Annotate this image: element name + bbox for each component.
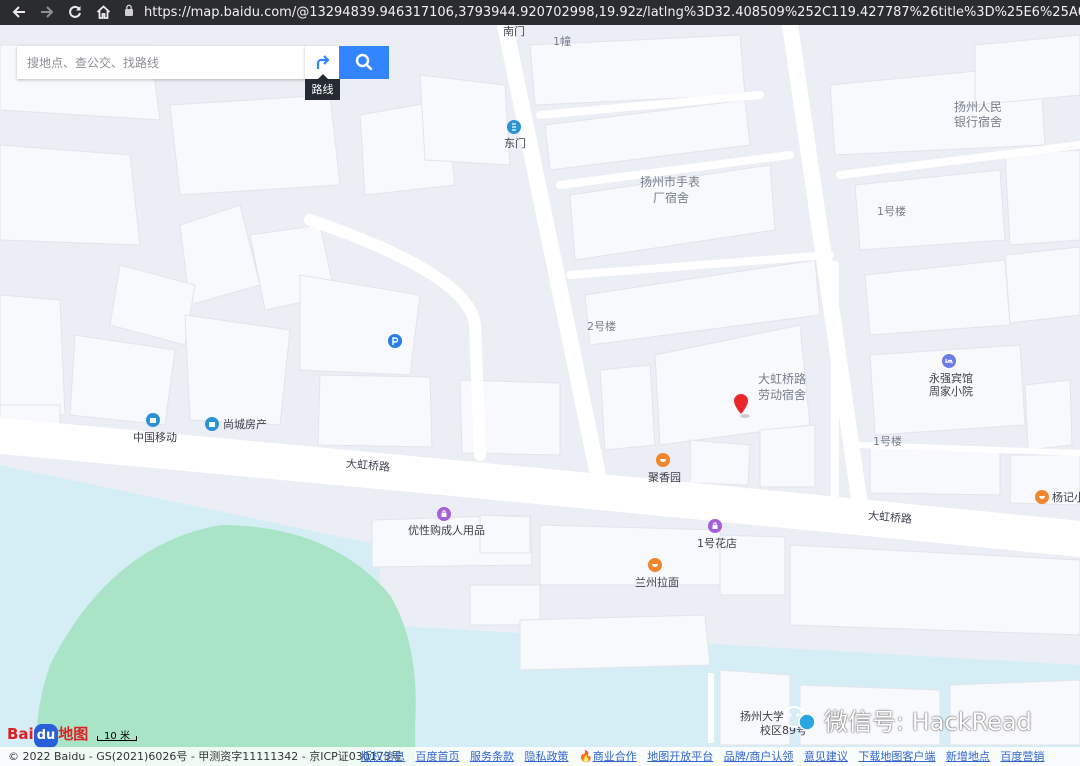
footer-link-marketing[interactable]: 百度营销 xyxy=(1000,750,1044,763)
poi-flower-shop[interactable] xyxy=(708,519,722,533)
copyright-text: © 2022 Baidu - GS(2021)6026号 - 甲测资字11111… xyxy=(8,750,402,763)
poi-east-gate[interactable] xyxy=(507,120,521,134)
route-arrow-icon xyxy=(316,55,330,69)
fire-icon: 🔥 xyxy=(579,750,593,763)
label-building-1b: 1号楼 xyxy=(873,435,902,448)
search-button[interactable] xyxy=(339,46,389,79)
label-yangzhou-people-bank-2: 银行宿舍 xyxy=(954,115,1003,129)
url-text: https://map.baidu.com/@13294839.94631710… xyxy=(144,5,1080,20)
label-building-1-top: 1幢 xyxy=(553,35,571,48)
logo-ditu: 地图 xyxy=(58,725,89,743)
label-watch-factory: 扬州市手表 xyxy=(640,175,701,189)
route-tooltip: 路线 xyxy=(305,74,340,100)
arrow-left-icon xyxy=(12,6,25,18)
poi-label-china-mobile: 中国移动 xyxy=(133,431,177,444)
search-input[interactable] xyxy=(17,46,302,79)
footer-link-business-label: 商业合作 xyxy=(592,750,637,763)
browser-toolbar: https://map.baidu.com/@13294839.94631710… xyxy=(0,0,1080,25)
wechat-icon xyxy=(780,705,820,741)
footer-link-privacy[interactable]: 隐私政策 xyxy=(525,750,569,763)
label-building-2: 2号楼 xyxy=(587,320,616,333)
reload-button[interactable] xyxy=(64,2,86,23)
footer-link-baidu-home[interactable]: 百度首页 xyxy=(416,750,460,763)
label-building-1a: 1号楼 xyxy=(877,205,906,218)
home-icon xyxy=(96,5,110,19)
shopping-bag-icon xyxy=(441,510,447,517)
footer-links: 版权信息 百度首页 服务条款 隐私政策 🔥商业合作 地图开放平台 品牌/商户认领… xyxy=(361,747,1051,766)
footer-link-copyright-info[interactable]: 版权信息 xyxy=(361,750,405,763)
label-yangzhou-people-bank: 扬州人民 xyxy=(954,100,1003,114)
map-footer: © 2022 Baidu - GS(2021)6026号 - 甲测资字11111… xyxy=(0,747,1080,766)
parking-icon xyxy=(392,336,399,345)
footer-link-download[interactable]: 下载地图客户端 xyxy=(858,750,935,763)
footer-link-brand-claim[interactable]: 品牌/商户认领 xyxy=(724,750,794,763)
poi-label-east-gate: 东门 xyxy=(504,137,526,150)
poi-label-zhoujia: 周家小院 xyxy=(929,385,973,398)
search-icon xyxy=(355,53,373,71)
home-button[interactable] xyxy=(92,2,114,23)
reload-icon xyxy=(69,5,81,18)
address-bar[interactable]: https://map.baidu.com/@13294839.94631710… xyxy=(124,1,1080,24)
logo-bai: Bai xyxy=(7,725,34,743)
restaurant-icon xyxy=(652,564,658,567)
back-button[interactable] xyxy=(8,2,30,23)
map-canvas[interactable]: 南门 1幢 扬州人民 银行宿舍 扬州市手表 厂宿舍 1号楼 2号楼 1号楼 大虹… xyxy=(0,25,1080,766)
poi-label-lanzhou: 兰州拉面 xyxy=(635,576,679,589)
scale-bar xyxy=(97,736,137,741)
map-base-layer xyxy=(0,25,1080,766)
poi-shangcheng[interactable] xyxy=(205,417,219,431)
footer-link-add-place[interactable]: 新增地点 xyxy=(946,750,990,763)
wechat-watermark: 微信号: HackRead xyxy=(780,705,1032,737)
label-south-gate: 南门 xyxy=(503,25,525,38)
shopping-bag-icon xyxy=(712,522,718,529)
arrow-right-icon xyxy=(41,6,54,18)
restaurant-icon xyxy=(1039,496,1045,499)
footer-link-business[interactable]: 🔥商业合作 xyxy=(579,750,637,763)
footer-link-open-platform[interactable]: 地图开放平台 xyxy=(647,750,713,763)
lock-icon xyxy=(124,1,134,24)
poi-label-flower-shop: 1号花店 xyxy=(697,537,737,550)
poi-label-yangji: 杨记小 xyxy=(1052,491,1080,504)
location-pin-icon[interactable] xyxy=(733,393,751,419)
shop-icon xyxy=(209,422,215,427)
restaurant-icon xyxy=(660,459,666,462)
hotel-icon xyxy=(945,359,953,364)
forward-button[interactable] xyxy=(36,2,58,23)
poi-china-mobile[interactable] xyxy=(146,413,160,427)
poi-label-youxing: 优性购成人用品 xyxy=(408,524,485,537)
logo-du: du xyxy=(33,724,59,748)
label-watch-factory-2: 厂宿舍 xyxy=(653,191,690,205)
label-labor-dorm-2: 劳动宿舍 xyxy=(758,388,807,402)
footer-link-feedback[interactable]: 意见建议 xyxy=(804,750,848,763)
shop-icon xyxy=(150,418,156,423)
poi-parking[interactable] xyxy=(388,334,402,348)
footer-link-terms[interactable]: 服务条款 xyxy=(470,750,514,763)
poi-label-yongqiang-hotel: 永强宾馆 xyxy=(929,372,973,385)
label-labor-dorm: 大虹桥路 xyxy=(758,372,807,386)
poi-yongqiang-hotel[interactable] xyxy=(942,354,956,368)
gate-icon xyxy=(512,123,516,131)
poi-label-juxiangyuan: 聚香园 xyxy=(648,471,681,484)
map-scale: 10 米 xyxy=(97,728,137,742)
poi-lanzhou[interactable] xyxy=(648,558,662,572)
baidu-map-logo[interactable]: Bai du 地图 xyxy=(7,722,89,748)
poi-label-shangcheng: 尚城房产 xyxy=(223,418,267,431)
label-yangzhou-univ: 扬州大学 xyxy=(740,710,784,723)
poi-yangji[interactable] xyxy=(1035,490,1049,504)
poi-juxiangyuan[interactable] xyxy=(656,453,670,467)
search-box xyxy=(17,46,305,79)
poi-youxing[interactable] xyxy=(437,507,451,521)
watermark-text: 微信号: HackRead xyxy=(824,708,1032,736)
